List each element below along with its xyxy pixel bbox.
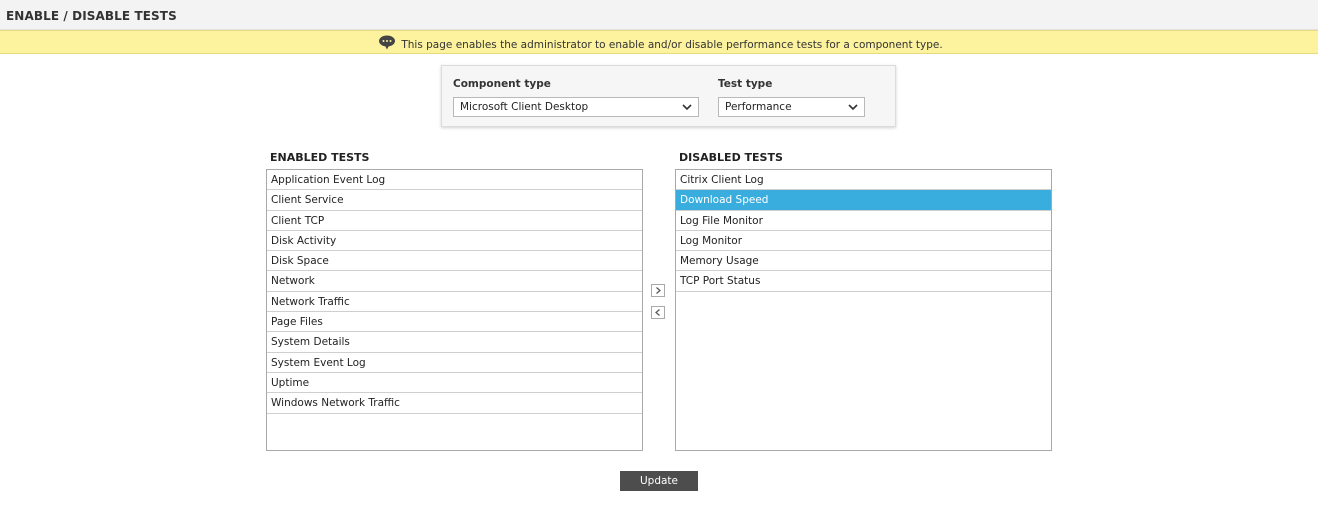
disabled-list-item[interactable]: Log File Monitor (676, 211, 1051, 231)
component-type-label: Component type (453, 78, 551, 90)
enabled-list-item[interactable]: Client Service (267, 190, 642, 211)
disabled-list-item[interactable]: TCP Port Status (676, 271, 1051, 292)
disabled-tests-list[interactable]: Citrix Client Log Download Speed Log File … (675, 169, 1052, 451)
test-type-select[interactable]: Performance (718, 97, 865, 117)
component-type-select[interactable]: Microsoft Client Desktop (453, 97, 699, 117)
chevron-right-icon (656, 287, 661, 294)
test-type-value: Performance (725, 101, 792, 113)
chevron-left-icon (655, 309, 660, 316)
component-type-value: Microsoft Client Desktop (460, 101, 589, 113)
info-message-wrap: This page enables the administrator to e… (378, 34, 943, 51)
enabled-list-item[interactable]: Disk Space (267, 251, 642, 272)
disabled-list-item[interactable]: Download Speed (676, 190, 1051, 211)
enabled-tests-list[interactable]: Application Event Log Client Service Clien… (266, 169, 643, 451)
enabled-list-item[interactable]: System Details (267, 332, 642, 353)
page-title: ENABLE / DISABLE TESTS (6, 9, 177, 23)
enabled-list-item[interactable]: Uptime (267, 373, 642, 394)
info-bar: This page enables the administrator to e… (0, 30, 1318, 54)
enabled-list-item[interactable]: Network Traffic (267, 292, 642, 313)
filter-panel: Component type Microsoft Client Desktop … (441, 65, 896, 127)
disabled-list-item[interactable]: Log Monitor (676, 231, 1051, 252)
enabled-list-item[interactable]: Application Event Log (267, 170, 642, 191)
disabled-tests-heading: DISABLED TESTS (679, 151, 783, 164)
chevron-down-icon (848, 104, 858, 111)
chevron-down-icon (682, 104, 692, 111)
enabled-list-item[interactable]: Windows Network Traffic (267, 393, 642, 414)
update-button[interactable]: Update (620, 471, 698, 491)
speech-bubble-icon (379, 35, 395, 50)
test-type-label: Test type (718, 78, 773, 90)
move-to-disabled-button[interactable] (651, 284, 665, 297)
enabled-list-item[interactable]: Client TCP (267, 211, 642, 231)
disabled-list-item[interactable]: Citrix Client Log (676, 170, 1051, 191)
disabled-list-item[interactable]: Memory Usage (676, 251, 1051, 272)
title-bar: ENABLE / DISABLE TESTS (0, 0, 1318, 30)
enabled-list-item[interactable]: Page Files (267, 312, 642, 333)
move-to-enabled-button[interactable] (651, 306, 665, 319)
enabled-list-item[interactable]: Disk Activity (267, 231, 642, 252)
info-message: This page enables the administrator to e… (401, 39, 943, 51)
enabled-tests-heading: ENABLED TESTS (270, 151, 370, 164)
enabled-list-item[interactable]: Network (267, 271, 642, 292)
enabled-list-item[interactable]: System Event Log (267, 353, 642, 373)
